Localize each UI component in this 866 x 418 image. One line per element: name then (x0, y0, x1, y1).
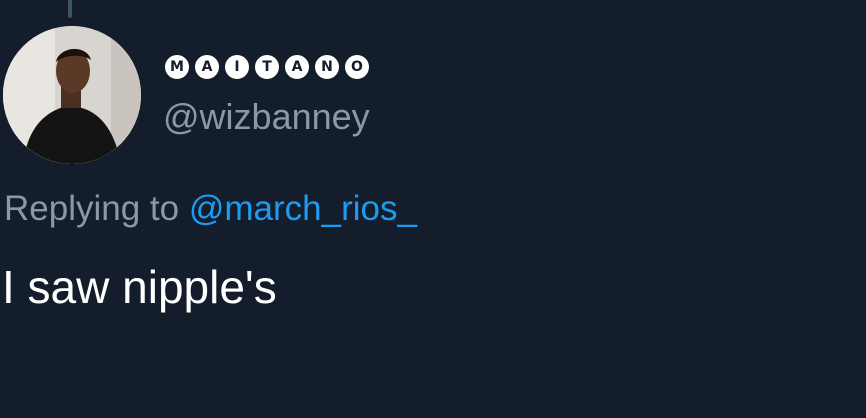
display-name-letter: N (313, 53, 341, 81)
tweet-card: M A I T A N O @wizbanney Replying to @ma… (0, 0, 866, 418)
avatar[interactable] (3, 26, 141, 164)
display-name-letter: M (163, 53, 191, 81)
display-name-letter: A (193, 53, 221, 81)
replying-to-label: Replying to (4, 189, 180, 228)
display-name-letter: T (253, 53, 281, 81)
replying-to-mention-link[interactable]: @march_rios_ (189, 189, 417, 228)
display-name[interactable]: M A I T A N O (163, 53, 371, 81)
user-handle[interactable]: @wizbanney (163, 97, 370, 137)
thread-connector-line (68, 0, 72, 18)
replying-to-line: Replying to @march_rios_ (4, 189, 417, 229)
display-name-letter: O (343, 53, 371, 81)
display-name-letter: I (223, 53, 251, 81)
avatar-photo (3, 26, 141, 164)
display-name-letter: A (283, 53, 311, 81)
tweet-text: I saw nipple's (2, 261, 277, 313)
